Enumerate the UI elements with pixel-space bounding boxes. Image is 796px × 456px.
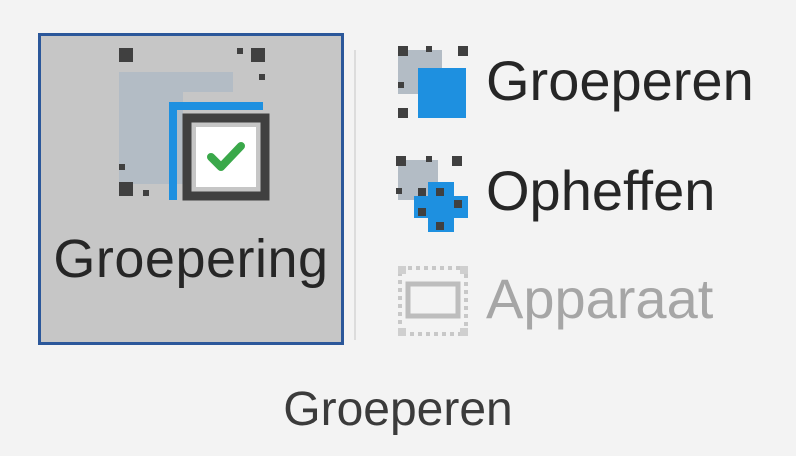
apparaat-label: Apparaat <box>486 267 714 330</box>
group-shapes-icon <box>398 46 468 118</box>
opheffen-button[interactable]: Opheffen <box>392 152 772 234</box>
group-label: Groeperen <box>283 383 513 436</box>
grouping-checkbox-icon <box>119 48 270 201</box>
ungroup-shapes-icon <box>396 156 468 232</box>
groepering-label: Groepering <box>53 229 329 289</box>
groeperen-label: Groeperen <box>486 49 754 112</box>
apparaat-button[interactable]: Apparaat <box>392 260 772 342</box>
ribbon-group-groeperen: Groepering Groeperen Opheffen Apparaat G… <box>0 0 796 456</box>
device-frame-icon <box>398 266 468 336</box>
group-separator <box>354 50 356 340</box>
opheffen-label: Opheffen <box>486 159 716 222</box>
groeperen-button[interactable]: Groeperen <box>392 42 772 124</box>
groepering-button[interactable]: Groepering <box>38 33 344 345</box>
